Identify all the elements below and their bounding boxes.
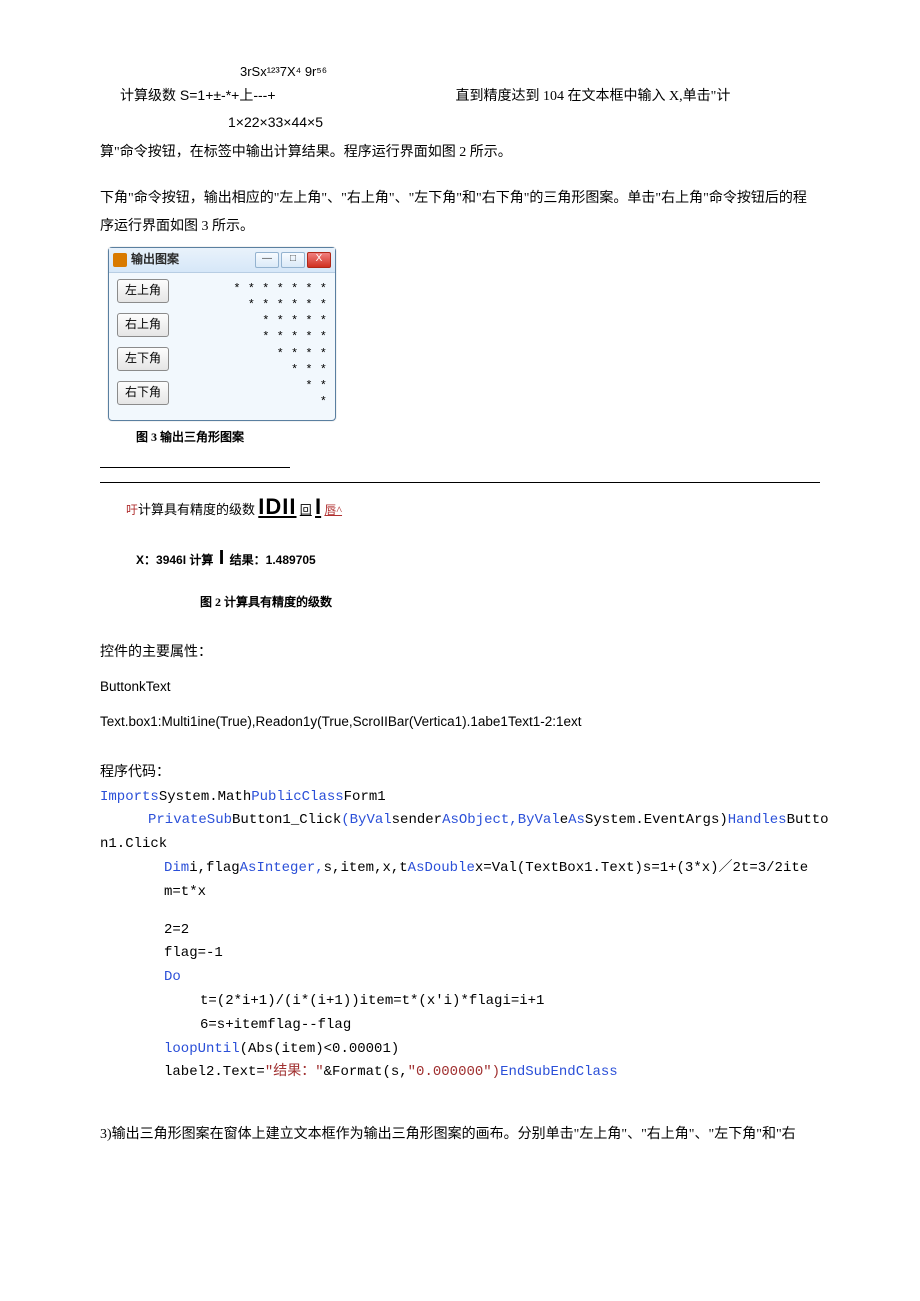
formula-denominator: 1×22×33×44×5: [228, 110, 820, 135]
code-line-11: loopUntil(Abs(item)<0.00001): [164, 1038, 820, 1062]
bottom-right-button[interactable]: 右下角: [117, 381, 169, 405]
paragraph-2: 下角"命令按钮，输出相应的"左上角"、"右上角"、"左下角"和"右下角"的三角形…: [100, 185, 820, 241]
maximize-button[interactable]: □: [281, 252, 305, 268]
code-line-6: 2=2: [164, 919, 820, 943]
result-line: X：3946I 计算 I 结果：1.489705: [136, 540, 820, 576]
series-idii: IDII: [258, 494, 296, 519]
code-line-8: Do: [164, 966, 820, 990]
properties-line-1: ButtonkText: [100, 675, 820, 699]
code-line-1: ImportsSystem.MathPublicClassForm1: [100, 786, 820, 810]
formula-lhs: 计算级数 S=1+±-*+上---+: [120, 83, 276, 108]
code-block: 程序代码： ImportsSystem.MathPublicClassForm1…: [100, 762, 820, 1085]
figure-2-caption: 图 2 计算具有精度的级数: [200, 592, 820, 614]
paragraph-3: 3)输出三角形图案在窗体上建立文本框作为输出三角形图案的画布。分别单击"左上角"…: [100, 1121, 820, 1149]
window-titlebar: 输出图案 — □ X: [109, 248, 335, 273]
top-right-button[interactable]: 右上角: [117, 313, 169, 337]
code-line-3: n1.Click: [100, 833, 820, 857]
code-line-10: 6=s+itemflag--flag: [200, 1014, 820, 1038]
code-header: 程序代码：: [100, 762, 820, 786]
calc-label: 计算: [189, 553, 213, 567]
formula-block: 3rSx¹²³7X⁴ 9r⁵⁶ 计算级数 S=1+±-*+上---+ 直到精度达…: [100, 60, 820, 135]
code-line-5: m=t*x: [164, 881, 820, 905]
output-pattern-window: 输出图案 — □ X 左上角 右上角 左下角 右下角 * * * * * * *…: [108, 247, 336, 422]
code-line-12: label2.Text="结果："&Format(s,"0.000000")En…: [164, 1061, 820, 1085]
window-title: 输出图案: [131, 249, 255, 271]
x-value: 3946I: [156, 553, 186, 567]
properties-header: 控件的主要属性：: [100, 640, 820, 665]
bottom-left-button[interactable]: 左下角: [117, 347, 169, 371]
result-value: 1.489705: [266, 553, 316, 567]
close-button[interactable]: X: [307, 252, 331, 268]
code-line-7: flag=-1: [164, 942, 820, 966]
series-window-title-line: 吁计算具有精度的级数 IDII 回 I 唇^: [126, 487, 820, 527]
code-line-9: t=(2*i+1)/(i*(i+1))item=t*(x'i)*flagi=i+…: [200, 990, 820, 1014]
pattern-output-area: * * * * * * * * * * * * * * * * * * * * …: [179, 279, 327, 411]
paragraph-1: 算"命令按钮，在标签中输出计算结果。程序运行界面如图 2 所示。: [100, 139, 820, 167]
app-icon: [113, 253, 127, 267]
x-label: X：: [136, 553, 156, 567]
code-line-4: Dimi,flagAsInteger,s,item,x,tAsDoublex=V…: [164, 857, 820, 881]
result-bar: I: [219, 547, 225, 569]
top-left-button[interactable]: 左上角: [117, 279, 169, 303]
formula-rhs-text: 直到精度达到 104 在文本框中输入 X,单击"计: [456, 84, 731, 109]
red-suffix: 唇^: [324, 503, 342, 517]
figure-3-caption: 图 3 输出三角形图案: [136, 427, 820, 449]
result-label: 结果：: [230, 553, 266, 567]
corner-buttons-column: 左上角 右上角 左下角 右下角: [117, 279, 169, 411]
minimize-button[interactable]: —: [255, 252, 279, 268]
series-bar: I: [315, 494, 321, 519]
formula-numerator: 3rSx¹²³7X⁴ 9r⁵⁶: [240, 60, 820, 83]
divider-full: [100, 482, 820, 483]
series-text: 计算具有精度的级数: [138, 502, 255, 517]
code-line-2: PrivateSubButton1_Click(ByValsenderAsObj…: [148, 809, 820, 833]
series-mid: 回: [300, 503, 312, 517]
properties-line-2: Text.box1:Multi1ine(True),Readon1y(True,…: [100, 710, 820, 734]
divider-short: [100, 467, 290, 468]
red-prefix: 吁: [126, 503, 138, 517]
